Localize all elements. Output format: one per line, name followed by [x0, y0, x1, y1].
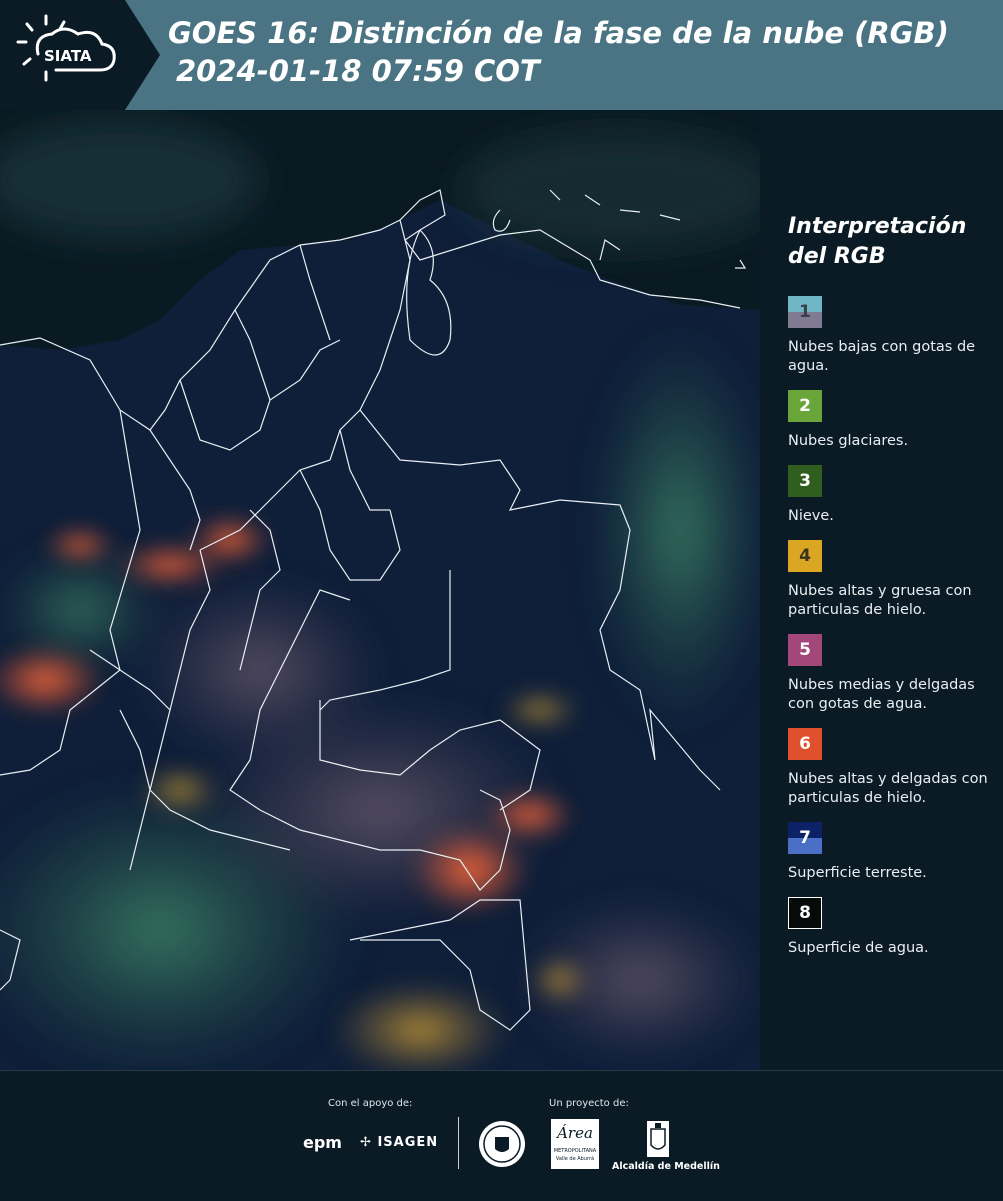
epm-logo: epm [303, 1133, 342, 1152]
alcaldia-label: Alcaldía de Medellín [612, 1161, 720, 1172]
legend-swatch-8: 8 [788, 897, 822, 929]
legend-swatch-2: 2 [788, 390, 822, 422]
area-metropolitana-logo: Área METROPOLITANA Valle de Aburrá [551, 1119, 599, 1169]
legend-item: 4 Nubes altas y gruesa con particulas de… [788, 540, 993, 620]
legend-number: 2 [799, 396, 811, 416]
rgb-legend: Interpretación del RGB 1 Nubes bajas con… [788, 212, 993, 972]
legend-number: 1 [799, 302, 811, 322]
legend-label: Nubes altas y gruesa con particulas de h… [788, 583, 972, 618]
legend-number: 6 [799, 734, 811, 754]
legend-swatch-6: 6 [788, 728, 822, 760]
legend-title-line1: Interpretación [788, 214, 967, 239]
legend-label: Nubes medias y delgadas con gotas de agu… [788, 677, 975, 712]
legend-swatch-4: 4 [788, 540, 822, 572]
title-line1: GOES 16: Distinción de la fase de la nub… [168, 16, 949, 50]
isagen-icon: ✢ [360, 1135, 372, 1150]
siata-logo-text: SIATA [44, 47, 92, 65]
project-label: Un proyecto de: [549, 1098, 629, 1109]
support-label: Con el apoyo de: [328, 1098, 413, 1109]
legend-label: Nieve. [788, 508, 834, 524]
header-bar: SIATA GOES 16: Distinción de la fase de … [0, 0, 1003, 110]
legend-title: Interpretación del RGB [788, 212, 993, 272]
legend-label: Superficie terreste. [788, 865, 927, 881]
legend-item: 8 Superficie de agua. [788, 897, 993, 958]
footer-divider [458, 1117, 459, 1169]
page-title: GOES 16: Distinción de la fase de la nub… [168, 14, 949, 90]
legend-swatch-3: 3 [788, 465, 822, 497]
legend-label: Nubes glaciares. [788, 433, 909, 449]
alcaldia-crest-icon [647, 1121, 669, 1157]
legend-number: 5 [799, 640, 811, 660]
legend-title-line2: del RGB [788, 244, 886, 269]
siata-logo: SIATA [16, 14, 116, 82]
legend-item: 3 Nieve. [788, 465, 993, 526]
legend-item: 7 Superficie terreste. [788, 822, 993, 883]
satellite-map[interactable] [0, 110, 760, 1070]
logo-panel: SIATA [0, 0, 160, 110]
legend-item: 5 Nubes medias y delgadas con gotas de a… [788, 634, 993, 714]
legend-item: 1 Nubes bajas con gotas de agua. [788, 296, 993, 376]
epm-logo-text: epm [303, 1133, 342, 1152]
legend-label: Nubes altas y delgadas con particulas de… [788, 771, 988, 806]
medellin-seal-icon [479, 1121, 525, 1167]
legend-swatch-5: 5 [788, 634, 822, 666]
legend-label: Superficie de agua. [788, 940, 929, 956]
legend-label: Nubes bajas con gotas de agua. [788, 339, 976, 374]
legend-item: 6 Nubes altas y delgadas con particulas … [788, 728, 993, 808]
legend-item: 2 Nubes glaciares. [788, 390, 993, 451]
isagen-logo-text: ISAGEN [377, 1135, 439, 1150]
footer: Con el apoyo de: Un proyecto de: epm ✢ I… [0, 1070, 1003, 1201]
area-sub2: Valle de Aburrá [555, 1156, 595, 1162]
legend-swatch-7: 7 [788, 822, 822, 854]
legend-number: 7 [799, 828, 811, 848]
map-canvas [0, 110, 760, 1070]
title-line2: 2024-01-18 07:59 COT [176, 54, 540, 88]
isagen-logo: ✢ ISAGEN [360, 1135, 438, 1150]
area-sub1: METROPOLITANA [553, 1148, 597, 1154]
legend-number: 8 [799, 903, 811, 923]
legend-number: 4 [799, 546, 811, 566]
legend-swatch-1: 1 [788, 296, 822, 328]
legend-number: 3 [799, 471, 811, 491]
area-logo-text: Área [557, 1124, 593, 1142]
